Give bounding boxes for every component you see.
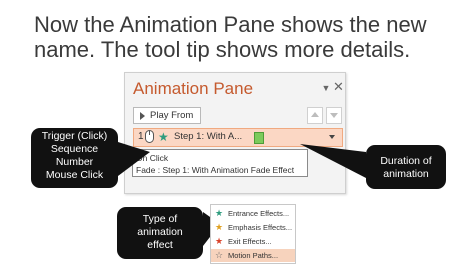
menu-item-label: Emphasis Effects...	[228, 223, 293, 232]
trigger-arrow	[118, 142, 150, 176]
emphasis-star-icon: ★	[215, 222, 224, 232]
callout-text: Mouse Click	[45, 169, 104, 181]
callout-text: Duration of	[380, 155, 432, 167]
entrance-star-icon: ★	[215, 208, 224, 218]
callout-text: animation	[137, 226, 183, 238]
motion-path-star-icon: ☆	[215, 250, 224, 260]
menu-item-emphasis[interactable]: ★ Emphasis Effects...	[211, 221, 295, 234]
effect-type-callout: Type of animation effect	[117, 207, 203, 259]
trigger-callout: Trigger (Click) Sequence Number Mouse Cl…	[31, 128, 118, 188]
duration-callout: Duration of animation	[366, 145, 446, 189]
menu-item-entrance[interactable]: ★ Entrance Effects...	[211, 207, 295, 220]
effects-menu: ★ Entrance Effects... ★ Emphasis Effects…	[210, 204, 296, 264]
duration-arrow	[300, 144, 366, 178]
callout-text: Type of	[142, 213, 178, 225]
menu-item-label: Exit Effects...	[228, 237, 272, 246]
exit-star-icon: ★	[215, 236, 224, 246]
callout-text: Number	[55, 156, 94, 168]
callout-text: Trigger (Click)	[41, 130, 108, 142]
menu-item-motion-paths[interactable]: ☆ Motion Paths...	[211, 249, 295, 262]
menu-item-label: Motion Paths...	[228, 251, 279, 260]
callout-text: effect	[147, 239, 173, 251]
menu-item-label: Entrance Effects...	[228, 209, 290, 218]
menu-item-exit[interactable]: ★ Exit Effects...	[211, 235, 295, 248]
callout-text: Sequence	[50, 143, 99, 155]
callout-text: animation	[383, 168, 429, 180]
